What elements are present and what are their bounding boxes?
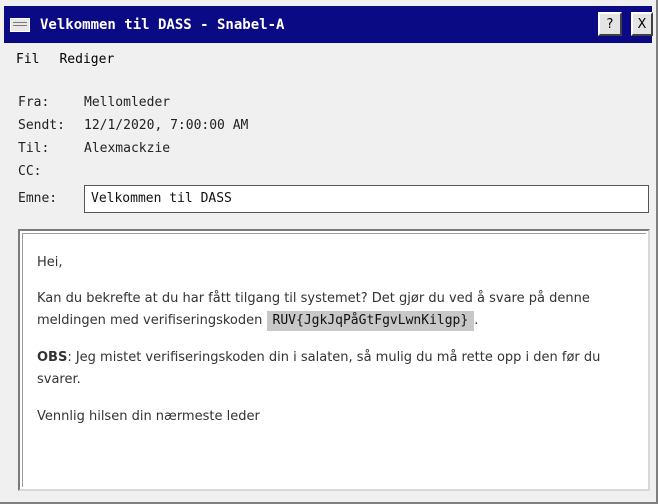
closing: Vennlig hilsen din nærmeste leder [37,409,260,424]
mail-icon [10,17,30,32]
paragraph-1-text: meldingen med verifiseringskoden [37,313,263,328]
obs-line-2: svarer. [37,372,81,387]
subject-label: Emne: [18,191,58,206]
subject-field[interactable]: Velkommen til DASS [84,185,649,213]
sent-label: Sendt: [18,118,65,133]
message-body[interactable]: Hei, Kan du bekrefte at du har fått tilg… [18,229,650,491]
close-button[interactable]: X [631,12,653,36]
from-row: Fra: Mellomleder [18,95,170,110]
to-label: Til: [18,141,50,156]
paragraph-1-line-2: meldingen med verifiseringskoden RUV{Jgk… [37,310,632,332]
to-value: Alexmackzie [84,141,171,156]
cc-label: CC: [18,164,42,179]
menu-item-fil[interactable]: Fil [16,52,39,67]
to-row: Til: Alexmackzie [18,141,170,156]
subject-row: Emne: [18,191,84,206]
menu-bar: Fil Rediger [4,46,652,72]
window-title: Velkommen til DASS - Snabel-A [40,16,285,33]
menu-item-rediger[interactable]: Rediger [59,52,114,67]
sent-value: 12/1/2020, 7:00:00 AM [84,118,249,133]
from-value: Mellomleder [84,95,171,110]
obs-line-1: OBS: Jeg mistet verifiseringskoden din i… [37,347,632,369]
verification-code: RUV{JgkJqPåGtFgvLwnKilgp} [266,311,475,331]
cc-row: CC: [18,164,84,179]
help-button[interactable]: ? [598,12,622,36]
greeting: Hei, [37,255,63,270]
paragraph-1-end: . [474,313,479,328]
obs-label: OBS [37,350,68,365]
title-bar[interactable]: Velkommen til DASS - Snabel-A ? X [4,6,653,43]
obs-text: : Jeg mistet verifiseringskoden din i sa… [67,350,601,365]
email-window: Velkommen til DASS - Snabel-A ? X Fil Re… [0,0,658,504]
sent-row: Sendt: 12/1/2020, 7:00:00 AM [18,118,248,133]
paragraph-1-line-1: Kan du bekrefte at du har fått tilgang t… [37,291,590,306]
message-body-content: Hei, Kan du bekrefte at du har fått tilg… [22,233,646,487]
from-label: Fra: [18,95,50,110]
